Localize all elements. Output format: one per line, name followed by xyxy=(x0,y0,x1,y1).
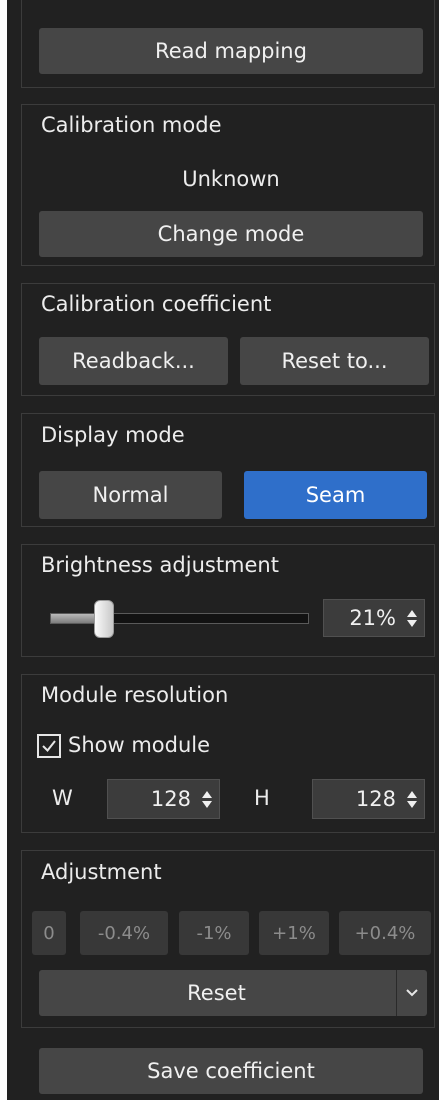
height-label: H xyxy=(254,786,270,810)
reset-to-button[interactable]: Reset to... xyxy=(240,337,429,385)
width-value: 128 xyxy=(150,787,191,811)
height-spin-arrows-icon[interactable] xyxy=(404,790,420,808)
read-mapping-button[interactable]: Read mapping xyxy=(39,28,423,74)
brightness-spinbox[interactable]: 21% xyxy=(323,599,425,637)
calibration-mode-title: Calibration mode xyxy=(41,113,222,137)
brightness-title: Brightness adjustment xyxy=(41,553,279,577)
width-label: W xyxy=(52,786,73,810)
normal-mode-button[interactable]: Normal xyxy=(39,471,222,519)
adjust-step-0-button[interactable]: 0 xyxy=(32,911,66,955)
calibration-coefficient-title: Calibration coefficient xyxy=(41,292,272,316)
brightness-slider[interactable] xyxy=(50,613,309,624)
control-panel: Read mapping Calibration mode Unknown Ch… xyxy=(7,0,439,1100)
checkmark-icon xyxy=(42,740,56,753)
adjust-step-plus-1-button[interactable]: +1% xyxy=(259,911,329,955)
brightness-spin-arrows-icon[interactable] xyxy=(404,609,420,627)
adjust-step-minus-0.4-button[interactable]: -0.4% xyxy=(80,911,168,955)
width-spinbox[interactable]: 128 xyxy=(107,779,220,819)
width-spin-arrows-icon[interactable] xyxy=(199,790,215,808)
adjust-step-plus-0.4-button[interactable]: +0.4% xyxy=(339,911,431,955)
save-coefficient-button[interactable]: Save coefficient xyxy=(39,1048,423,1094)
adjust-step-minus-1-button[interactable]: -1% xyxy=(179,911,249,955)
height-spinbox[interactable]: 128 xyxy=(312,779,425,819)
adjustment-reset-button[interactable]: Reset xyxy=(39,970,427,1016)
calibration-mode-status: Unknown xyxy=(182,167,280,191)
readback-button[interactable]: Readback... xyxy=(39,337,228,385)
brightness-value: 21% xyxy=(349,606,396,630)
show-module-label: Show module xyxy=(68,733,211,757)
adjustment-title: Adjustment xyxy=(41,860,162,884)
adjustment-reset-label: Reset xyxy=(187,981,246,1005)
chevron-down-icon[interactable] xyxy=(396,970,427,1016)
seam-mode-button[interactable]: Seam xyxy=(244,471,427,519)
show-module-checkbox[interactable] xyxy=(37,734,61,758)
change-mode-button[interactable]: Change mode xyxy=(39,211,423,257)
height-value: 128 xyxy=(355,787,396,811)
display-mode-title: Display mode xyxy=(41,423,185,447)
brightness-slider-thumb[interactable] xyxy=(94,600,115,638)
module-resolution-title: Module resolution xyxy=(41,683,229,707)
